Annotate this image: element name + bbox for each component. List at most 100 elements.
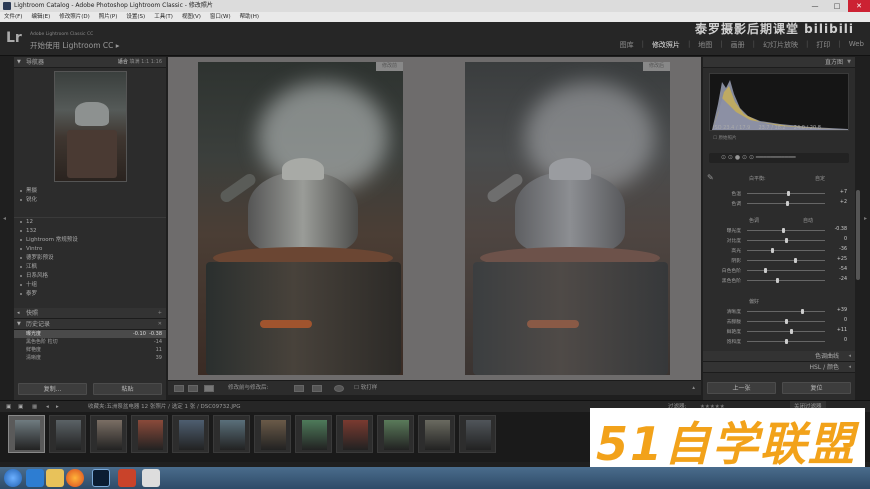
preset-folder[interactable]: 日系风格 <box>14 272 166 281</box>
preset-folder[interactable]: Lightroom 常规预设 <box>14 236 166 245</box>
slider-value[interactable]: 0 <box>844 338 847 343</box>
menu-edit[interactable]: 编辑(E) <box>31 12 50 22</box>
filmstrip-thumbnail[interactable] <box>336 415 373 453</box>
loupe-view-icon[interactable] <box>174 385 184 392</box>
ie-icon[interactable] <box>26 469 44 487</box>
right-panel-scrollbar[interactable] <box>856 190 860 280</box>
slider-value[interactable]: 0 <box>844 237 847 242</box>
start-icon[interactable] <box>4 469 22 487</box>
powerpoint-icon[interactable] <box>118 469 136 487</box>
filmstrip-thumbnail[interactable] <box>90 415 127 453</box>
toolbar-menu-icon[interactable]: ▴ <box>692 381 695 396</box>
slider-track[interactable] <box>747 311 825 312</box>
maximize-button[interactable]: □ <box>826 0 848 12</box>
lightroom-icon[interactable] <box>92 469 110 487</box>
histogram-header[interactable]: 直方图 ▼ <box>703 57 855 68</box>
filmstrip-thumbnail[interactable] <box>418 415 455 453</box>
menu-help[interactable]: 帮助(H) <box>240 12 259 22</box>
slider-track[interactable] <box>747 270 825 271</box>
histogram[interactable] <box>709 73 849 131</box>
slider-value[interactable]: +11 <box>837 328 847 333</box>
slider-value[interactable]: +7 <box>840 190 847 195</box>
module-web[interactable]: Web <box>849 40 864 50</box>
slider-row[interactable]: 黑色色阶 -24 <box>703 277 855 285</box>
slider-knob[interactable] <box>786 191 790 196</box>
app-icon[interactable] <box>142 469 160 487</box>
slider-track[interactable] <box>747 260 825 261</box>
swap-icon[interactable] <box>294 385 304 392</box>
menu-photo[interactable]: 照片(P) <box>99 12 118 22</box>
original-photo-label[interactable]: ☐ 原始照片 <box>713 135 736 141</box>
left-panel-toggle-icon[interactable]: ◂ <box>3 215 6 222</box>
slider-value[interactable]: +2 <box>840 200 847 205</box>
slider-row[interactable]: 饱和度 0 <box>703 338 855 346</box>
preset-folder[interactable]: 泰罗 <box>14 290 166 299</box>
history-row[interactable]: 曝光度 -0.10 -0.38 <box>14 330 166 338</box>
previous-button[interactable]: 上一张 <box>707 382 776 394</box>
filmstrip-thumbnail[interactable] <box>295 415 332 453</box>
slider-row[interactable]: 去朦胧 0 <box>703 318 855 326</box>
before-after-view[interactable]: 修改前 修改后 <box>168 57 701 380</box>
explorer-icon[interactable] <box>46 469 64 487</box>
filmstrip-thumbnail[interactable] <box>459 415 496 453</box>
module-map[interactable]: 地图 <box>698 40 712 50</box>
preset-folder[interactable]: 德罗影预设 <box>14 254 166 263</box>
history-row[interactable]: 黑色色阶 粒切 -14 <box>14 338 166 346</box>
slider-row[interactable]: 色调 +2 <box>703 200 855 208</box>
menu-view[interactable]: 视图(V) <box>182 12 201 22</box>
menu-settings[interactable]: 设置(S) <box>126 12 145 22</box>
preset-folder[interactable]: 12 <box>14 218 166 227</box>
slider-track[interactable] <box>747 331 825 332</box>
menu-develop[interactable]: 修改照片(D) <box>59 12 90 22</box>
paste-settings-button[interactable]: 粘贴 <box>93 383 162 395</box>
slider-value[interactable]: -54 <box>839 267 847 272</box>
right-panel-toggle-icon[interactable]: ▸ <box>864 215 867 222</box>
slider-value[interactable]: -36 <box>839 247 847 252</box>
module-library[interactable]: 图库 <box>620 40 634 50</box>
slider-row[interactable]: 曝光度 -0.38 <box>703 227 855 235</box>
zoom-options[interactable]: 适合 填满 1:1 1:16 <box>118 57 162 68</box>
module-print[interactable]: 打印 <box>816 40 830 50</box>
slider-row[interactable]: 清晰度 +39 <box>703 308 855 316</box>
slider-row[interactable]: 色温 +7 <box>703 190 855 198</box>
slider-knob[interactable] <box>781 228 785 233</box>
preset-folder[interactable]: 江枫 <box>14 263 166 272</box>
filmstrip-thumbnail[interactable] <box>172 415 209 453</box>
slider-knob[interactable] <box>775 278 779 283</box>
reset-button[interactable]: 复位 <box>782 382 851 394</box>
filmstrip-thumbnail[interactable] <box>8 415 45 453</box>
slider-value[interactable]: +25 <box>837 257 847 262</box>
soft-proof-toggle[interactable]: ☐ 软打样 <box>354 381 377 396</box>
module-slideshow[interactable]: 幻灯片放映 <box>763 40 798 50</box>
slider-row[interactable]: 高光 -36 <box>703 247 855 255</box>
preset-folder[interactable]: 十组 <box>14 281 166 290</box>
navigator-header[interactable]: ▼ 导航器 适合 填满 1:1 1:16 <box>14 57 166 68</box>
preset-folder[interactable]: Vintro <box>14 245 166 254</box>
filmstrip-thumbnail[interactable] <box>49 415 86 453</box>
slider-knob[interactable] <box>770 248 774 253</box>
slider-row[interactable]: 对比度 0 <box>703 237 855 245</box>
filmstrip-thumbnail[interactable] <box>131 415 168 453</box>
hsl-header[interactable]: HSL / 颜色 ◂ <box>703 362 855 373</box>
before-photo[interactable]: 修改前 <box>198 62 403 375</box>
preset-folder[interactable]: 132 <box>14 227 166 236</box>
module-book[interactable]: 画册 <box>731 40 745 50</box>
after-photo[interactable]: 修改后 <box>465 62 670 375</box>
minimize-button[interactable]: — <box>804 0 826 12</box>
slider-value[interactable]: +39 <box>837 308 847 313</box>
toggle-icon[interactable] <box>334 385 344 392</box>
filmstrip-thumbnail[interactable] <box>254 415 291 453</box>
history-row[interactable]: 清晰度 39 <box>14 354 166 362</box>
slider-knob[interactable] <box>785 319 788 324</box>
copy-before-icon[interactable] <box>312 385 322 392</box>
slider-row[interactable]: 鲜艳度 +11 <box>703 328 855 336</box>
history-row[interactable]: 鲜艳度 11 <box>14 346 166 354</box>
menu-tools[interactable]: 工具(T) <box>154 12 173 22</box>
slider-track[interactable] <box>747 230 825 231</box>
slider-track[interactable] <box>747 280 825 281</box>
tone-curve-header[interactable]: 色调曲线 ◂ <box>703 351 855 362</box>
menu-file[interactable]: 文件(F) <box>4 12 22 22</box>
slider-row[interactable]: 阴影 +25 <box>703 257 855 265</box>
filmstrip-thumbnail[interactable] <box>377 415 414 453</box>
history-header[interactable]: ▼ 历史记录 ✕ <box>14 319 166 330</box>
